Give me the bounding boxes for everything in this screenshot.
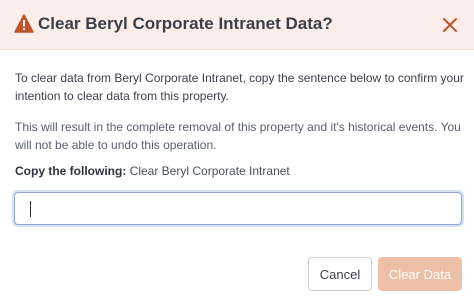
confirm-input-wrapper — [14, 192, 462, 225]
warning-triangle-icon — [14, 14, 34, 33]
dialog-title: Clear Beryl Corporate Intranet Data? — [38, 14, 333, 33]
copy-phrase: Clear Beryl Corporate Intranet — [129, 164, 290, 178]
copy-label: Copy the following: — [15, 164, 127, 178]
confirm-input[interactable] — [15, 193, 461, 224]
close-x-icon[interactable] — [440, 15, 460, 35]
copy-instruction: Copy the following: Clear Beryl Corporat… — [15, 164, 290, 178]
dialog-header: Clear Beryl Corporate Intranet Data? — [0, 0, 474, 50]
cancel-button[interactable]: Cancel — [308, 257, 372, 291]
intro-text: To clear data from Beryl Corporate Intra… — [15, 71, 464, 103]
clear-data-button[interactable]: Clear Data — [378, 257, 462, 291]
warning-text: This will result in the complete removal… — [15, 120, 461, 152]
text-caret — [30, 201, 31, 217]
